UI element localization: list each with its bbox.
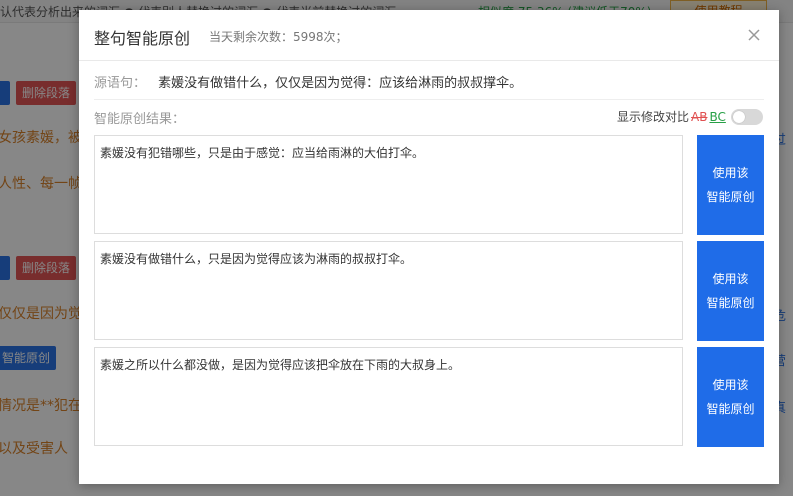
use-button-line1: 使用该 xyxy=(712,272,749,286)
result-textarea[interactable]: 素媛之所以什么都没做，是因为觉得应该把伞放在下雨的大叔身上。 xyxy=(94,347,683,446)
diff-label: 显示修改对比 xyxy=(617,110,690,124)
divider xyxy=(94,99,764,100)
result-text: 素媛没有犯错哪些，只是由于感觉：应当给雨淋的大伯打伞。 xyxy=(100,146,425,160)
result-label: 智能原创结果： xyxy=(94,112,186,127)
toggle-knob xyxy=(732,110,745,123)
result-textarea[interactable]: 素媛没有做错什么，只是因为觉得应该为淋雨的叔叔打伞。 xyxy=(94,241,683,340)
diff-added-sample: BC xyxy=(709,109,726,124)
use-button-line2: 智能原创 xyxy=(706,402,755,416)
smart-rewrite-dialog: 整句智能原创 当天剩余次数：5998次； 源语句： 素媛没有做错什么，仅仅是因为… xyxy=(79,10,779,484)
dialog-header: 整句智能原创 当天剩余次数：5998次； xyxy=(79,10,779,61)
diff-removed-sample: AB xyxy=(691,109,708,124)
use-result-button[interactable]: 使用该 智能原创 xyxy=(697,135,764,235)
source-text: 素媛没有做错什么，仅仅是因为觉得：应该给淋雨的叔叔撑伞。 xyxy=(158,76,523,91)
dialog-title: 整句智能原创 xyxy=(94,29,191,48)
diff-toggle-switch[interactable] xyxy=(730,108,763,125)
diff-toggle-row: 显示修改对比 AB BC xyxy=(617,108,763,125)
source-sentence: 源语句： 素媛没有做错什么，仅仅是因为觉得：应该给淋雨的叔叔撑伞。 xyxy=(94,72,522,91)
use-button-line2: 智能原创 xyxy=(706,296,755,310)
use-button-line1: 使用该 xyxy=(712,378,749,392)
close-icon[interactable] xyxy=(744,25,764,45)
source-label: 源语句： xyxy=(94,76,147,91)
result-textarea[interactable]: 素媛没有犯错哪些，只是由于感觉：应当给雨淋的大伯打伞。 xyxy=(94,135,683,234)
use-result-button[interactable]: 使用该 智能原创 xyxy=(697,347,764,447)
remaining-count: 当天剩余次数：5998次； xyxy=(209,30,348,44)
use-button-line1: 使用该 xyxy=(712,166,749,180)
use-button-line2: 智能原创 xyxy=(706,190,755,204)
result-text: 素媛没有做错什么，只是因为觉得应该为淋雨的叔叔打伞。 xyxy=(100,252,413,266)
use-result-button[interactable]: 使用该 智能原创 xyxy=(697,241,764,341)
result-text: 素媛之所以什么都没做，是因为觉得应该把伞放在下雨的大叔身上。 xyxy=(100,358,461,372)
